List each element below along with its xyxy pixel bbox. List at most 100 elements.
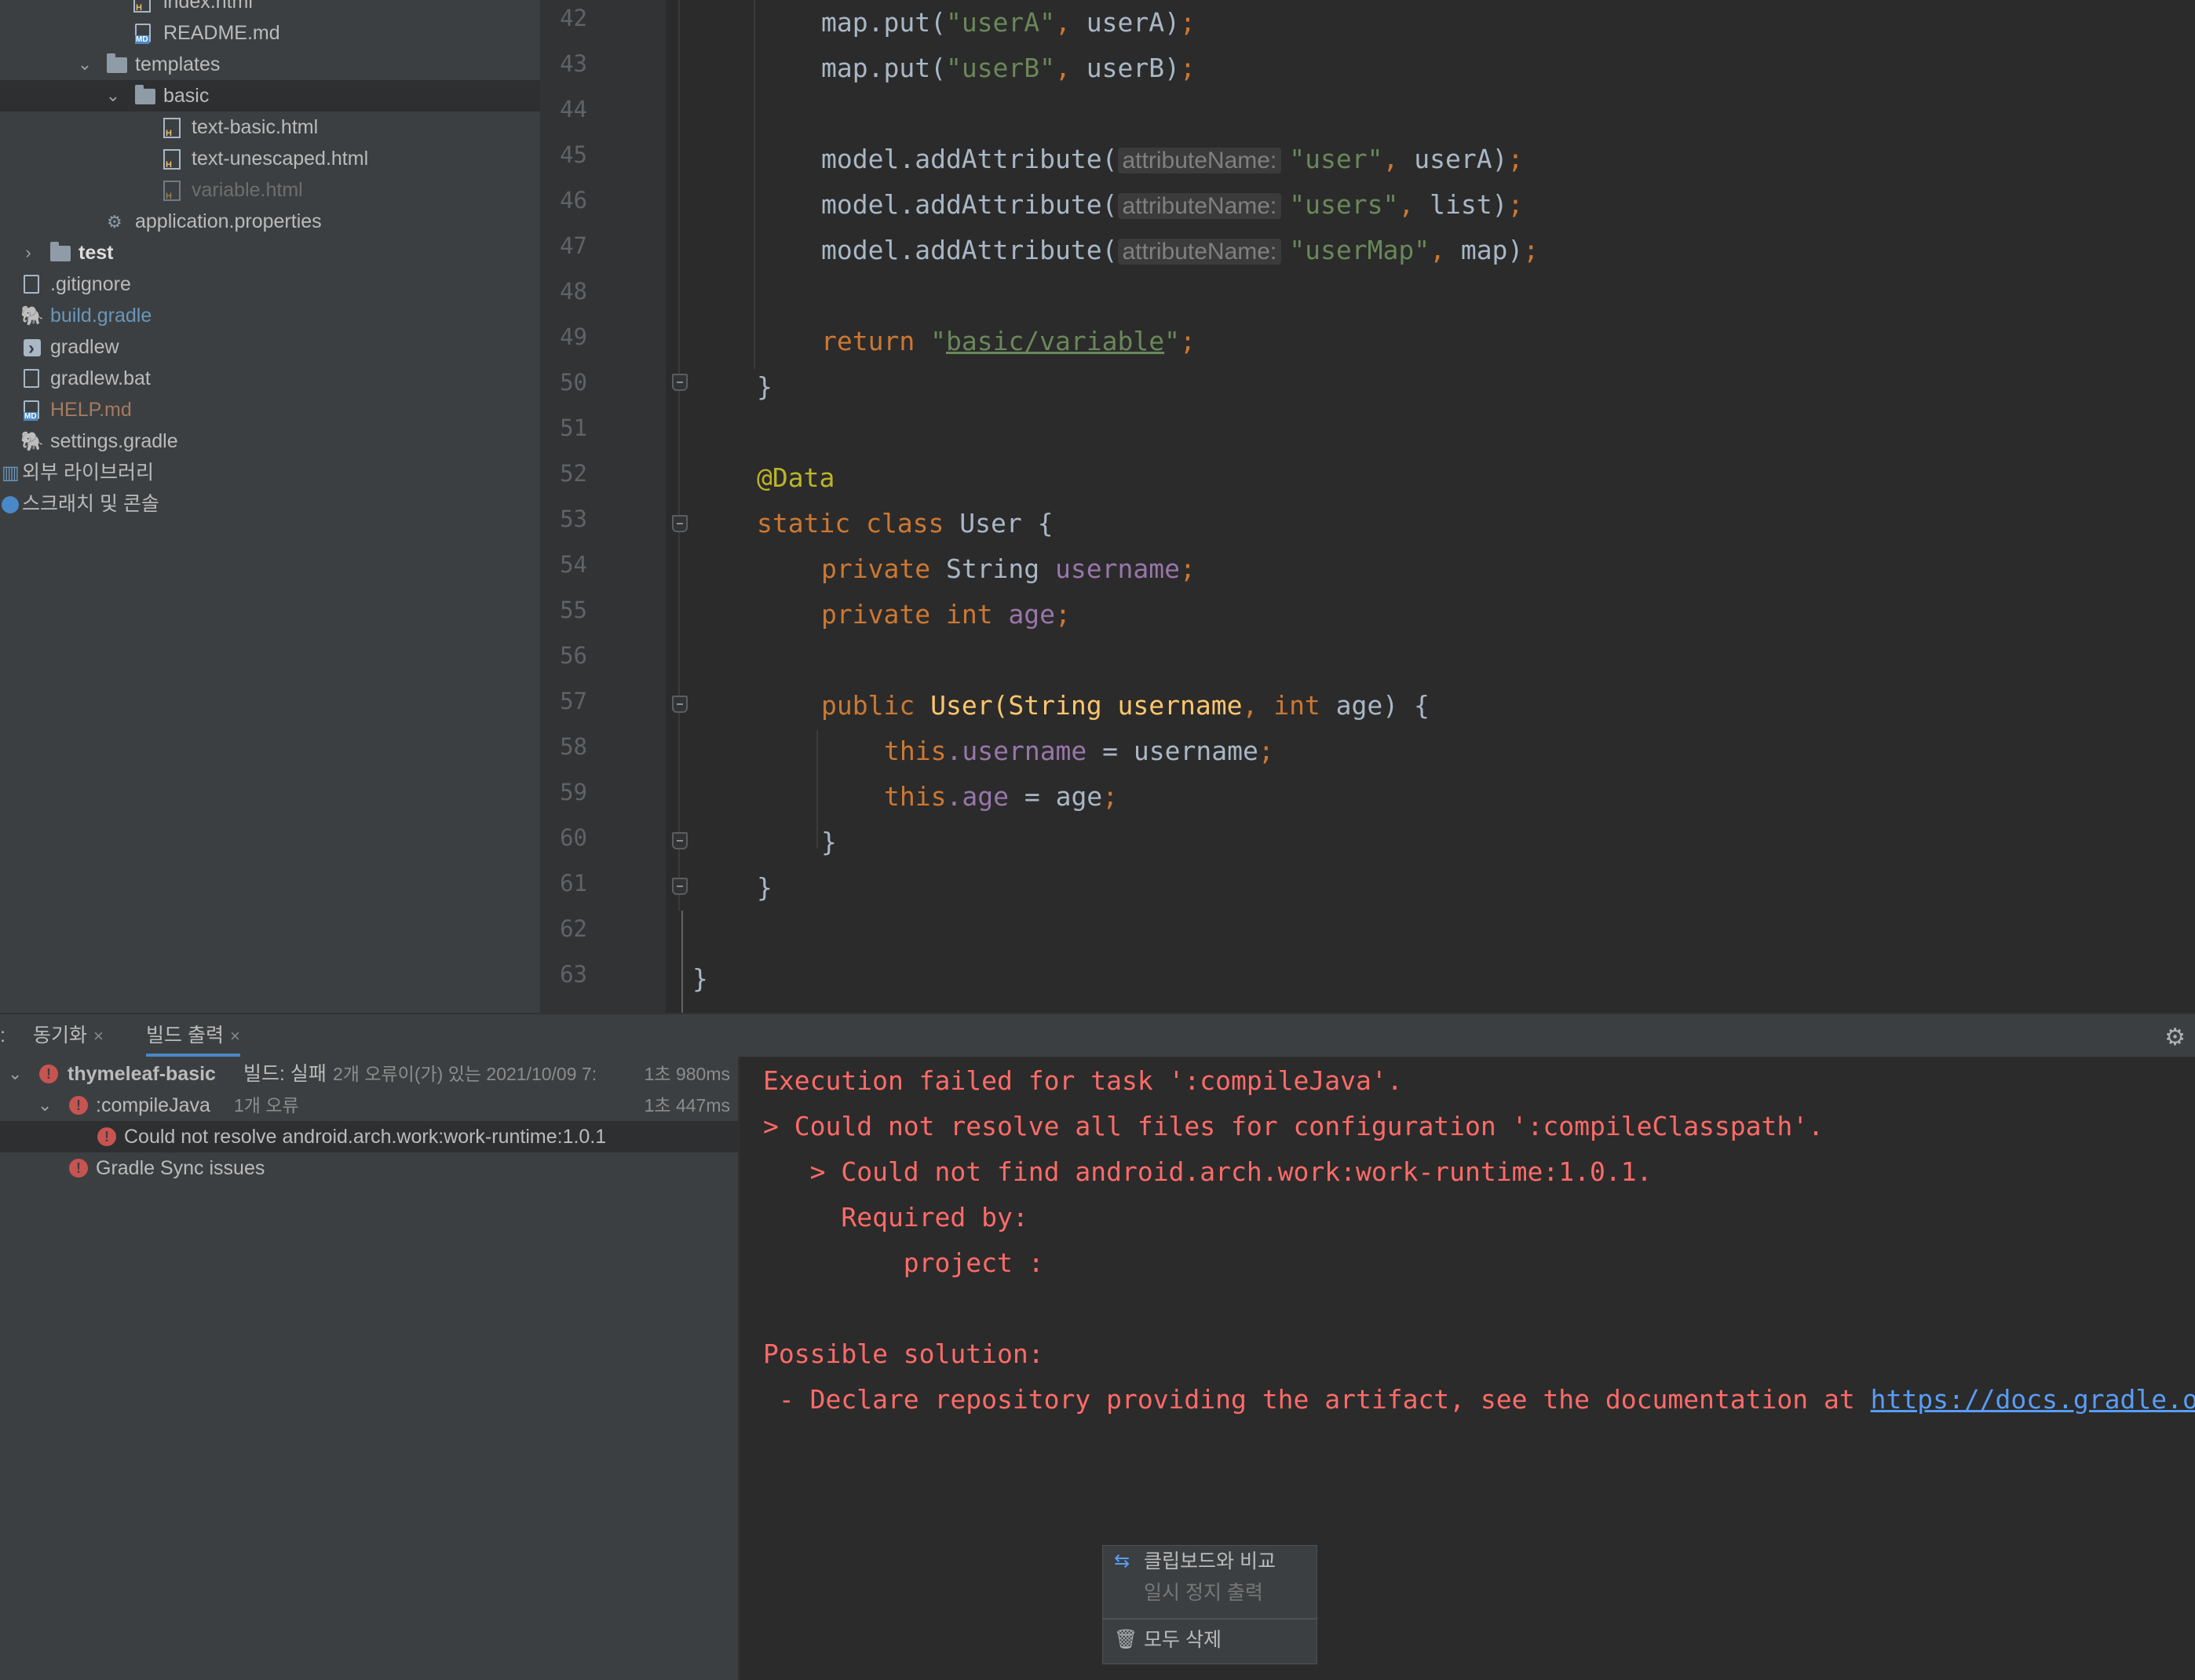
indent-guide [754,0,755,369]
tree-item-label: build.gradle [50,305,152,327]
tree-item-build-gradle[interactable]: 🐘 build.gradle [0,300,540,331]
tree-item-help-md[interactable]: HELP.md [0,394,540,425]
tree-item-application-properties[interactable]: ⚙ application.properties [0,206,540,237]
tab-sync[interactable]: 동기화 × [33,1014,104,1057]
parameter-hint: attributeName: [1117,193,1282,219]
tree-item-label: gradlew [50,336,119,358]
tab-label: 동기화 [33,1024,88,1046]
gradle-sync-issues-node[interactable]: ! Gradle Sync issues [0,1152,738,1184]
close-icon[interactable]: × [230,1026,240,1046]
console-line: > Could not resolve all files for config… [763,1111,1824,1141]
html-file-icon [163,118,181,138]
line-number: 61 [560,870,587,897]
fold-marker-icon[interactable] [672,696,688,713]
chevron-right-icon[interactable]: › [19,237,38,268]
folder-icon [107,53,127,73]
line-number: 43 [560,50,587,77]
chevron-down-icon[interactable]: ⌄ [38,1090,52,1121]
build-task-node[interactable]: ⌄ ! :compileJava 1개 오류 1초 447ms [0,1090,738,1121]
build-console-output[interactable]: Execution failed for task ':compileJava'… [740,1057,2195,1680]
line-number: 57 [560,688,587,714]
tree-item-text-basic[interactable]: text-basic.html [0,111,540,143]
code-line-59: this.age = age; [884,781,1119,812]
fold-marker-icon[interactable] [672,878,688,895]
fold-marker-icon[interactable] [672,515,688,532]
folder-icon [50,242,71,261]
line-number: 58 [560,733,587,760]
tree-item-gradlew-bat[interactable]: gradlew.bat [0,363,540,394]
line-number: 56 [560,642,587,669]
line-number: 62 [560,915,587,942]
gear-icon[interactable]: ⚙ [2164,1024,2186,1051]
code-line-47: model.addAttribute(attributeName: "userMa… [821,235,1539,265]
tree-item-label: HELP.md [50,399,132,421]
build-error-node[interactable]: ! Could not resolve android.arch.work:wo… [0,1121,738,1152]
code-line-58: this.username = username; [884,736,1274,766]
tree-item-scratches[interactable]: 스크래치 및 콘솔 [0,488,540,520]
console-line: > Could not find android.arch.work:work-… [763,1156,1653,1187]
scratch-icon [2,496,19,513]
tree-item-label: index.html [163,0,253,13]
line-number: 50 [560,369,587,396]
tree-item-templates[interactable]: ⌄ templates [0,49,540,80]
docs-link[interactable]: https://docs.gradle.org/current/userguid… [1871,1384,2195,1415]
chevron-down-icon[interactable]: ⌄ [75,49,94,80]
line-number: 42 [560,5,587,31]
line-number: 53 [560,506,587,532]
fold-marker-icon[interactable] [672,374,688,391]
tree-item-external-libraries[interactable]: ▥ 외부 라이브러리 [0,457,540,488]
properties-file-icon: ⚙ [107,212,122,232]
tab-label: 빌드 출력 [146,1024,224,1046]
code-line-61: } [757,872,772,903]
console-context-menu: ⇆ 클립보드와 비교 일시 정지 출력 🗑 모두 삭제 [1102,1545,1317,1664]
trash-icon: 🗑 [1114,1629,1138,1650]
tree-item-label: 스크래치 및 콘솔 [22,493,159,515]
fold-guide [678,0,680,911]
console-text: - Declare repository providing the artif… [763,1384,1871,1415]
parameter-hint: attributeName: [1117,239,1282,265]
gradle-icon: 🐘 [20,305,44,327]
menu-item-clear-all[interactable]: 🗑 모두 삭제 [1103,1624,1317,1656]
chevron-down-icon[interactable]: ⌄ [104,80,122,111]
menu-item-compare-clipboard[interactable]: ⇆ 클립보드와 비교 [1103,1546,1317,1577]
build-tree: ⌄ ! thymeleaf-basic 빌드: 실패 2개 오류이(가) 있는 … [0,1057,740,1680]
tree-item-gradlew[interactable]: gradlew [0,331,540,364]
html-file-icon [163,181,181,201]
tree-item-label: basic [163,85,210,107]
tab-build-output[interactable]: 빌드 출력 × [146,1014,240,1057]
tree-item-label: application.properties [135,210,322,232]
tree-item-index-html[interactable]: index.html [0,0,540,17]
line-number: 45 [560,141,587,168]
tree-item-settings-gradle[interactable]: 🐘 settings.gradle [0,425,540,457]
menu-item-label: 일시 정지 출력 [1144,1582,1263,1604]
tree-item-gitignore[interactable]: .gitignore [0,268,540,300]
line-number: 44 [560,96,587,122]
code-line-53: static class User { [757,508,1054,539]
tree-item-basic[interactable]: ⌄ basic [0,80,540,111]
menu-item-pause-output[interactable]: 일시 정지 출력 [1103,1577,1317,1609]
markdown-file-icon [24,400,39,421]
fold-marker-icon[interactable] [672,832,688,849]
build-tool-window-tabs: : 동기화 × 빌드 출력 × ⚙ [0,1013,2195,1057]
console-line: Possible solution: [763,1339,1044,1369]
error-icon: ! [69,1096,88,1115]
close-icon[interactable]: × [93,1026,104,1046]
chevron-down-icon[interactable]: ⌄ [8,1058,22,1090]
line-number: 48 [560,278,587,305]
terminal-icon [24,333,41,364]
tree-item-readme[interactable]: README.md [0,17,540,49]
console-line: Execution failed for task ':compileJava'… [763,1065,1403,1096]
tree-item-test[interactable]: › test [0,237,540,268]
menu-item-label: 클립보드와 비교 [1144,1550,1276,1572]
tree-item-label: text-basic.html [192,116,319,138]
line-number: 63 [560,961,587,988]
code-line-60: } [821,827,837,857]
tree-item-variable[interactable]: variable.html [0,174,540,206]
line-number: 49 [560,323,587,350]
tree-item-label: templates [135,53,221,75]
task-duration: 1초 447ms [644,1095,730,1116]
build-root-node[interactable]: ⌄ ! thymeleaf-basic 빌드: 실패 2개 오류이(가) 있는 … [0,1058,738,1090]
code-editor[interactable]: 42 43 44 45 46 47 48 49 50 51 52 53 54 5… [540,0,2195,1013]
tree-item-text-unescaped[interactable]: text-unescaped.html [0,143,540,174]
gradle-icon: 🐘 [20,431,44,452]
